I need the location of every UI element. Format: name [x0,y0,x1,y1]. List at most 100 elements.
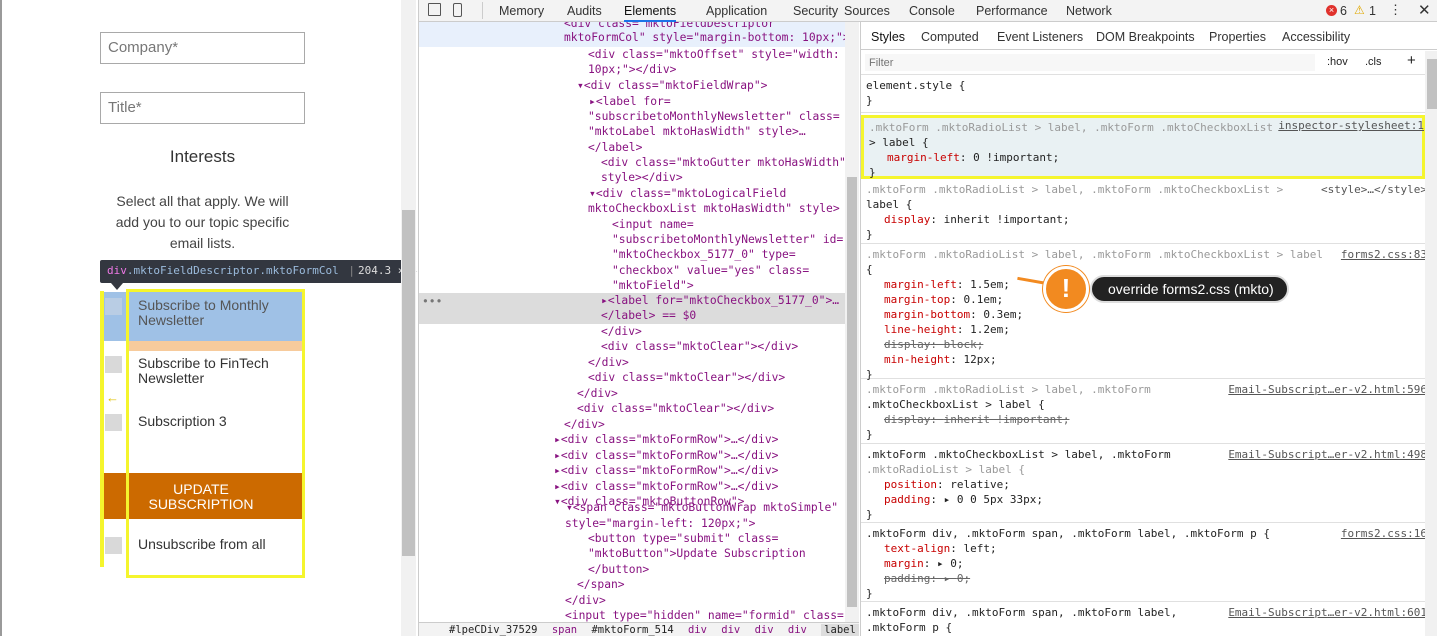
tab-dom-breakpoints[interactable]: DOM Breakpoints [1096,30,1195,44]
warning-icon: ⚠ [1354,3,1365,17]
dom-line[interactable]: style="margin-left: 120px;"> [565,516,755,531]
dom-line[interactable]: ▾<div class="mktoFieldWrap"> [577,78,767,93]
dom-line[interactable]: "mktoButton">Update Subscription [588,546,806,561]
dom-line[interactable]: ▸<label for= [589,94,671,109]
styles-filter-input[interactable] [865,54,1315,71]
devtools-tabbar: Memory Audits Elements Application Sourc… [419,0,1437,22]
checkbox-subscription3[interactable] [105,414,122,431]
dom-line[interactable]: </div> [565,593,606,608]
dom-line[interactable]: ▾<span class="mktoButtonWrap mktoSimple" [566,500,838,515]
annotation-line-checkboxes [100,291,104,567]
arrow-left-icon: ← [106,390,119,405]
dom-line[interactable]: </button> [588,562,649,577]
checkbox-monthly[interactable] [105,298,122,315]
annotation-box-labels [126,289,305,578]
rule-source-link[interactable]: Email-Subscript…er-v2.html:596 [1228,382,1427,397]
dom-line[interactable]: <input name= [612,217,694,232]
company-field[interactable]: Company* [100,32,305,64]
dom-line[interactable]: ▸<div class="mktoFormRow">…</div> [554,463,778,478]
tab-styles[interactable]: Styles [871,30,905,44]
inspect-icon[interactable] [428,3,441,16]
title-field[interactable]: Title* [100,92,305,124]
page-scrollbar[interactable] [401,0,416,636]
rule-source-link[interactable]: forms2.css:16 [1341,526,1427,541]
checkbox-fintech[interactable] [105,356,122,373]
devtools-panel: Memory Audits Elements Application Sourc… [418,0,1437,636]
style-rule-style-tag: .mktoForm .mktoRadioList > label, .mktoF… [861,180,1427,244]
dom-line[interactable]: "mktoField"> [612,278,694,293]
dom-line[interactable]: <div class="mktoClear"></div> [601,339,798,354]
dom-line[interactable]: </span> [577,577,625,592]
rule-source-link[interactable]: inspector-stylesheet:1 [1278,118,1424,133]
dom-line[interactable]: ▸<div class="mktoFormRow">…</div> [554,448,778,463]
style-rule-email-498: .mktoForm .mktoCheckboxList > label, .mk… [861,445,1427,523]
style-rule-email-601: .mktoForm div, .mktoForm span, .mktoForm… [866,605,1427,634]
elements-tree: ••• <div class="mktoFieldDescriptor mkto… [419,22,859,636]
dom-line[interactable]: "subscribetoMonthlyNewsletter" id= [612,232,843,247]
dom-line[interactable]: <div class="mktoClear"></div> [577,401,774,416]
web-page: Company* Title* Interests Select all tha… [0,0,444,636]
dom-line[interactable]: "checkbox" value="yes" class= [612,263,809,278]
styles-filter-bar: :hov .cls + [861,51,1425,75]
elements-scrollbar[interactable] [845,22,859,636]
dom-line[interactable]: mktoCheckboxList mktoHasWidth" style> [588,201,840,216]
rule-source-link[interactable]: <style>…</style> [1321,182,1427,197]
dom-line[interactable]: <div class="mktoGutter mktoHasWidth" [601,155,846,170]
more-options-icon[interactable]: ⋮ [1389,2,1402,18]
styles-pane: Styles Computed Event Listeners DOM Brea… [860,22,1437,636]
tab-event-listeners[interactable]: Event Listeners [997,30,1083,44]
rule-source-link[interactable]: forms2.css:83 [1341,247,1427,262]
warning-badge-icon: ! [1043,266,1089,312]
dom-line[interactable]: </label> [588,140,642,155]
tab-audits[interactable]: Audits [567,4,602,18]
dom-line[interactable]: "mktoCheckbox_5177_0" type= [612,247,796,262]
interests-heading: Interests [169,147,236,166]
dom-line[interactable]: ▾<div class="mktoLogicalField [589,186,786,201]
tab-properties[interactable]: Properties [1209,30,1266,44]
tab-sources[interactable]: Sources [844,4,890,18]
tab-memory[interactable]: Memory [499,4,544,18]
hov-toggle[interactable]: :hov [1327,56,1348,68]
checkbox-unsubscribe[interactable] [105,537,122,554]
warning-count[interactable]: 1 [1369,4,1376,18]
dom-line[interactable]: "subscribetoMonthlyNewsletter" class= [588,109,840,124]
dom-line[interactable]: <button type="submit" class= [588,531,778,546]
element-tooltip: div.mktoFieldDescriptor.mktoFormCol | 204… [100,260,444,283]
tab-accessibility[interactable]: Accessibility [1282,30,1350,44]
tab-network[interactable]: Network [1066,4,1112,18]
dom-line[interactable]: "mktoLabel mktoHasWidth" style>… [588,124,806,139]
style-rule-email-596: .mktoForm .mktoRadioList > label, .mktoF… [861,380,1427,444]
dom-line[interactable]: </div> [564,417,605,432]
tab-security[interactable]: Security [793,4,838,18]
dom-line[interactable]: </label> == $0 [601,308,696,323]
style-rule-forms2-16: .mktoForm div, .mktoForm span, .mktoForm… [861,524,1427,602]
styles-tabbar: Styles Computed Event Listeners DOM Brea… [861,22,1437,50]
dom-line[interactable]: <div class="mktoClear"></div> [588,370,785,385]
error-count[interactable]: 6 [1340,4,1347,18]
tab-elements[interactable]: Elements [624,4,677,22]
dom-line[interactable]: ▸<div class="mktoFormRow">…</div> [554,432,778,447]
tab-performance[interactable]: Performance [976,4,1048,18]
new-rule-icon[interactable]: + [1407,52,1416,69]
tab-console[interactable]: Console [909,4,955,18]
dom-line[interactable]: ▸<div class="mktoFormRow">…</div> [554,479,778,494]
styles-scrollbar[interactable] [1425,51,1437,636]
dom-line[interactable]: </div> [588,355,629,370]
style-rule-inspector-stylesheet: .mktoForm .mktoRadioList > label, .mktoF… [861,115,1425,179]
tab-application[interactable]: Application [706,4,767,18]
dom-line[interactable]: 10px;"></div> [588,62,676,77]
dom-line[interactable]: </div> [601,324,642,339]
device-toolbar-icon[interactable] [453,3,462,17]
rule-source-link[interactable]: Email-Subscript…er-v2.html:601 [1228,605,1427,620]
dom-line[interactable]: </div> [577,386,618,401]
close-devtools-icon[interactable]: ✕ [1418,1,1431,19]
tab-computed[interactable]: Computed [921,30,979,44]
rule-source-link[interactable]: Email-Subscript…er-v2.html:498 [1228,447,1427,462]
breadcrumb: #lpeCDiv_37529 span #mktoForm_514 div di… [419,622,859,636]
selected-dom-line[interactable]: ▸<label for="mktoCheckbox_5177_0">… [601,293,839,308]
override-callout: override forms2.css (mkto) ! [1017,264,1305,312]
dom-line[interactable]: <div class="mktoOffset" style="width: [588,47,840,62]
cls-toggle[interactable]: .cls [1365,56,1382,68]
dom-line[interactable]: mktoFormCol" style="margin-bottom: 10px;… [564,30,850,45]
dom-line[interactable]: style></div> [601,170,683,185]
